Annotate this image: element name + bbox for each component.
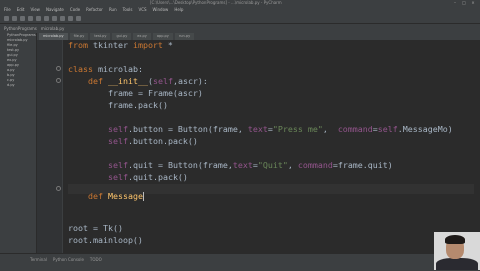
sync-icon[interactable]: [20, 16, 25, 21]
webcam-overlay: [434, 232, 480, 270]
code-line: def __init__(self,ascr):: [88, 76, 208, 86]
tab-test[interactable]: test.py: [90, 33, 111, 40]
copy-icon[interactable]: [52, 16, 57, 21]
editor-tabs: microlab.py file.py test.py gui.py ex.py…: [37, 33, 480, 40]
menu-window[interactable]: Window: [153, 6, 169, 14]
menu-run[interactable]: Run: [109, 6, 117, 14]
bottom-tool-tabs: Terminal Python Console TODO: [30, 257, 102, 262]
tab-file[interactable]: file.py: [69, 33, 89, 40]
fold-icon[interactable]: [56, 78, 61, 83]
minimize-icon[interactable]: –: [452, 1, 458, 5]
fold-icon[interactable]: [56, 66, 61, 71]
paste-icon[interactable]: [60, 16, 65, 21]
tab-microlab[interactable]: microlab.py: [39, 33, 68, 40]
window-controls: – □ ×: [452, 1, 476, 5]
code-editor[interactable]: microlab.py file.py test.py gui.py ex.py…: [37, 33, 480, 253]
maximize-icon[interactable]: □: [461, 1, 467, 5]
run-icon[interactable]: [68, 16, 73, 21]
undo-icon[interactable]: [28, 16, 33, 21]
menu-edit[interactable]: Edit: [17, 6, 25, 14]
code-line: root = Tk(): [68, 223, 123, 233]
code-line: self.button.pack(): [108, 136, 198, 146]
tab-app[interactable]: app.py: [152, 33, 173, 40]
tab-ex[interactable]: ex.py: [133, 33, 151, 40]
status-bar: Terminal Python Console TODO: [0, 253, 480, 271]
project-panel: PythonPrograms microlab.py file.py test.…: [5, 33, 36, 253]
menu-vcs[interactable]: VCS: [138, 6, 146, 14]
code-line: def Message: [88, 191, 144, 201]
breadcrumb: PythonPrograms microlab.py: [0, 24, 480, 33]
redo-icon[interactable]: [36, 16, 41, 21]
close-icon[interactable]: ×: [470, 1, 476, 5]
webcam-person-hair: [445, 235, 465, 244]
save-icon[interactable]: [12, 16, 17, 21]
code-line: frame.pack(): [108, 100, 168, 110]
menu-file[interactable]: File: [4, 6, 11, 14]
code-line: class microlab:: [68, 64, 143, 74]
tab-python-console[interactable]: Python Console: [53, 257, 84, 262]
line-gutter[interactable]: [37, 40, 63, 253]
tab-terminal[interactable]: Terminal: [30, 257, 47, 262]
breadcrumb-project[interactable]: PythonPrograms: [4, 26, 37, 31]
breadcrumb-file[interactable]: microlab.py: [41, 26, 65, 31]
tab-run[interactable]: run.py: [174, 33, 195, 40]
fold-icon[interactable]: [56, 186, 61, 191]
webcam-person-body: [436, 258, 478, 270]
toolbar: [0, 14, 480, 24]
code-line: frame = Frame(ascr): [108, 88, 203, 98]
tree-item[interactable]: d.py: [5, 83, 36, 88]
debug-icon[interactable]: [76, 16, 81, 21]
text-caret: [142, 192, 144, 201]
menu-tools[interactable]: Tools: [123, 6, 133, 14]
code-line: root.mainloop(): [68, 235, 143, 245]
menu-navigate[interactable]: Navigate: [46, 6, 64, 14]
menu-help[interactable]: Help: [174, 6, 183, 14]
code-line: self.quit = Button(frame,text="Quit", co…: [108, 160, 393, 170]
menu-bar: File Edit View Navigate Code Refactor Ru…: [0, 6, 480, 14]
vertical-scrollbar[interactable]: [474, 40, 480, 253]
tab-todo[interactable]: TODO: [90, 257, 102, 262]
code-line: from tkinter import *: [68, 40, 173, 50]
code-line: self.quit.pack(): [108, 172, 188, 182]
open-icon[interactable]: [4, 16, 9, 21]
menu-refactor[interactable]: Refactor: [86, 6, 103, 14]
tab-gui[interactable]: gui.py: [112, 33, 132, 40]
menu-view[interactable]: View: [30, 6, 40, 14]
code-line: self.button = Button(frame, text="Press …: [108, 124, 453, 134]
cut-icon[interactable]: [44, 16, 49, 21]
menu-code[interactable]: Code: [70, 6, 80, 14]
